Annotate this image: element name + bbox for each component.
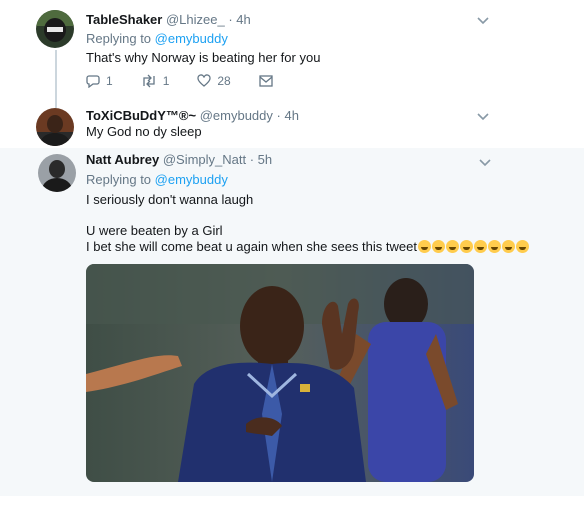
timestamp[interactable]: · 4h <box>228 12 250 27</box>
display-name[interactable]: ToXiCBuDdY™®~ <box>86 108 196 123</box>
tweet-text-line: I bet she will come beat u again when sh… <box>86 239 417 254</box>
tweet-text-line: I seriously don't wanna laugh <box>86 192 254 207</box>
mention-link[interactable]: @emybuddy <box>155 172 228 187</box>
reply-icon <box>86 75 100 88</box>
replying-to: Replying to @emybuddy <box>86 31 228 47</box>
chevron-down-icon[interactable] <box>478 155 492 169</box>
tweet[interactable]: ToXiCBuDdY™®~ @emybuddy · 4h My God no d… <box>0 100 584 148</box>
laughing-emoji-icon <box>473 240 487 253</box>
like-count: 28 <box>217 74 231 88</box>
envelope-icon <box>259 75 273 87</box>
timestamp[interactable]: · 5h <box>250 152 272 167</box>
user-handle[interactable]: @emybuddy <box>200 108 273 123</box>
tweet-actions: 1 1 28 <box>86 74 301 88</box>
laughing-emoji-icon <box>501 240 515 253</box>
display-name[interactable]: TableShaker <box>86 12 162 27</box>
retweet-icon <box>143 74 155 88</box>
like-button[interactable]: 28 <box>197 74 231 88</box>
laughing-emoji-icon <box>445 240 459 253</box>
tweet-text-line-with-emoji: I bet she will come beat u again when sh… <box>86 239 529 255</box>
user-handle[interactable]: @Simply_Natt <box>163 152 246 167</box>
tweet-text-line: U were beaten by a Girl <box>86 223 223 238</box>
laughing-emoji-icon <box>515 240 529 253</box>
laughing-emoji-icon <box>417 240 431 253</box>
avatar[interactable] <box>36 10 74 48</box>
laughing-emoji-icon <box>459 240 473 253</box>
avatar[interactable] <box>38 154 76 192</box>
replying-to-label: Replying to <box>86 172 152 187</box>
tweet[interactable]: TableShaker @Lhizee_ · 4h Replying to @e… <box>0 0 584 100</box>
laughing-emoji-icon <box>431 240 445 253</box>
timestamp[interactable]: · 4h <box>277 108 299 123</box>
dm-button[interactable] <box>259 75 273 87</box>
reply-count: 1 <box>106 74 113 88</box>
retweet-button[interactable]: 1 <box>141 74 170 88</box>
mention-link[interactable]: @emybuddy <box>155 31 228 46</box>
tweet-header: TableShaker @Lhizee_ · 4h <box>86 12 251 28</box>
reply-button[interactable]: 1 <box>86 74 113 88</box>
tweet-header: Natt Aubrey @Simply_Natt · 5h <box>86 152 272 168</box>
chevron-down-icon[interactable] <box>476 109 490 123</box>
tweet-media-photo[interactable] <box>86 264 474 482</box>
display-name[interactable]: Natt Aubrey <box>86 152 159 167</box>
tweet-text: My God no dy sleep <box>86 124 202 139</box>
replying-to: Replying to @emybuddy <box>86 172 228 188</box>
replying-to-label: Replying to <box>86 31 152 46</box>
heart-icon <box>197 74 212 87</box>
avatar[interactable] <box>36 108 74 146</box>
laughing-emoji-icon <box>487 240 501 253</box>
tweet-text: That's why Norway is beating her for you <box>86 50 321 65</box>
retweet-count: 1 <box>162 74 170 88</box>
tweet-header: ToXiCBuDdY™®~ @emybuddy · 4h <box>86 108 299 124</box>
chevron-down-icon[interactable] <box>476 13 490 27</box>
user-handle[interactable]: @Lhizee_ <box>166 12 225 27</box>
